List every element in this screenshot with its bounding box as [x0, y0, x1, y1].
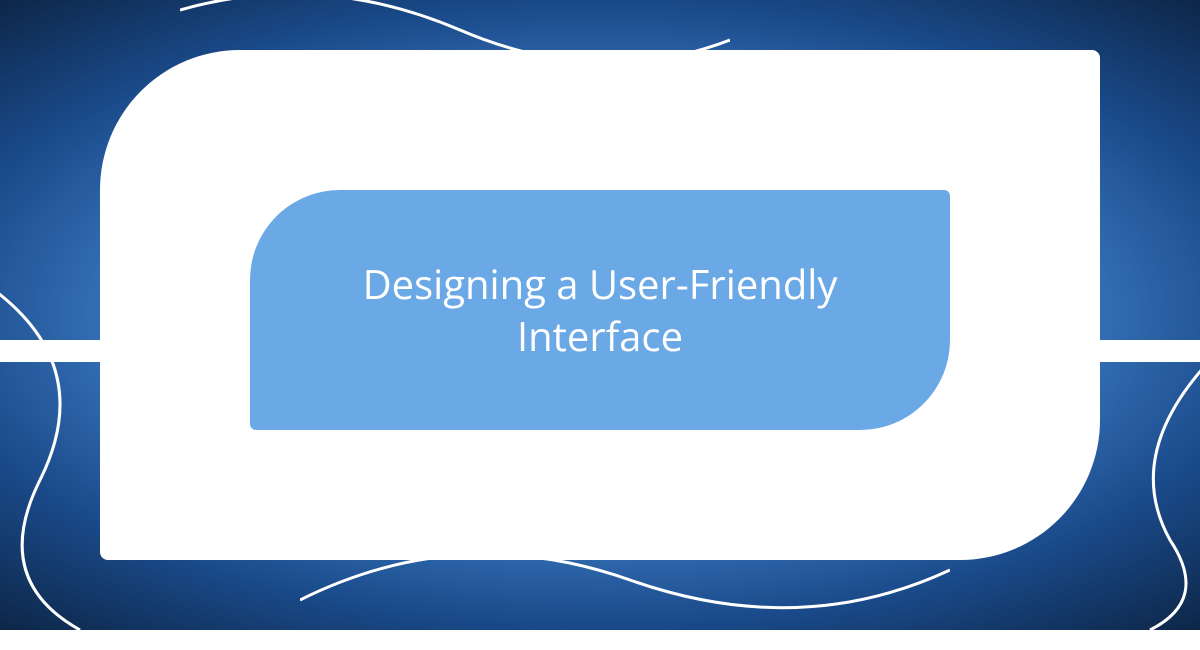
main-title: Designing a User-Friendly Interface: [250, 258, 950, 362]
title-card: Designing a User-Friendly Interface: [250, 190, 950, 430]
